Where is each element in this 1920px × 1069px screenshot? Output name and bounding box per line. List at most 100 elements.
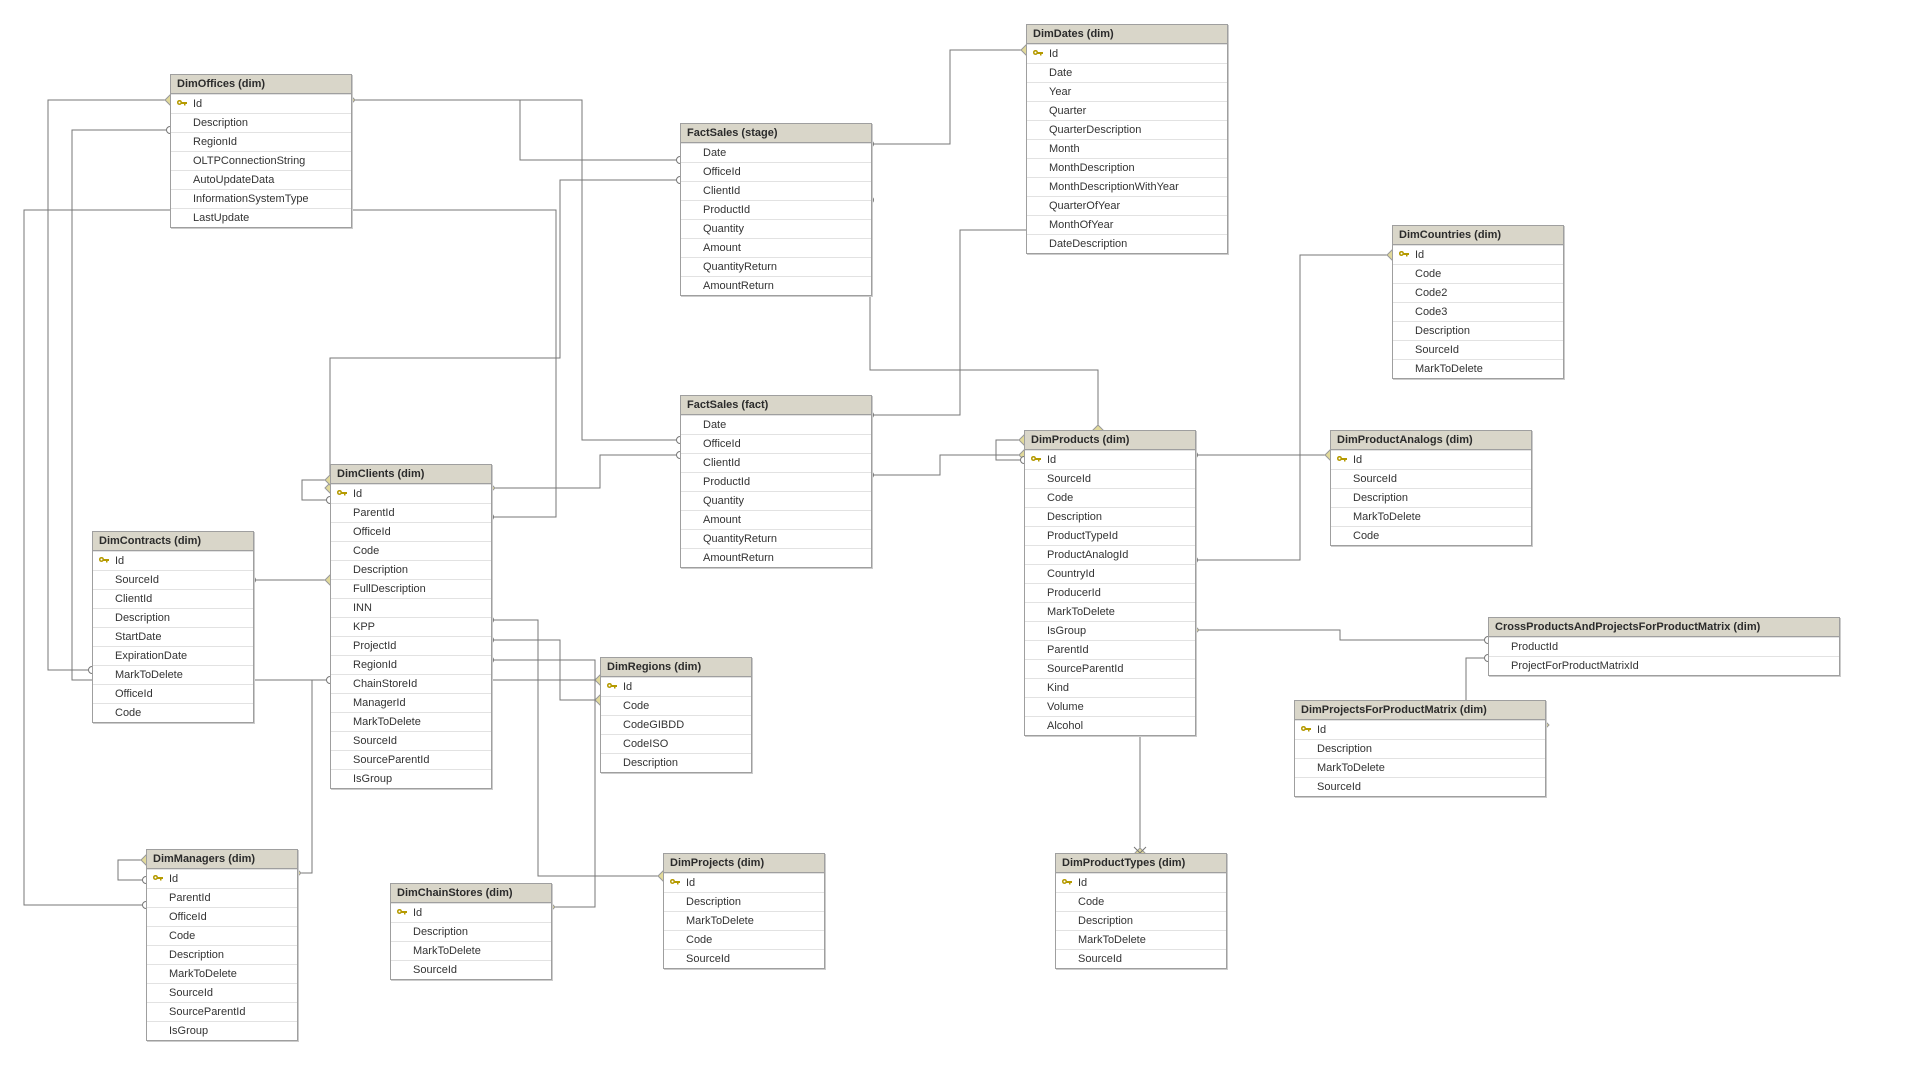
column-row[interactable]: SourceId <box>391 960 551 979</box>
table-header[interactable]: DimContracts (dim) <box>93 532 253 551</box>
table-header[interactable]: DimManagers (dim) <box>147 850 297 869</box>
column-row[interactable]: MonthDescriptionWithYear <box>1027 177 1227 196</box>
column-row[interactable]: Code <box>147 926 297 945</box>
column-row[interactable]: Volume <box>1025 697 1195 716</box>
column-row[interactable]: Id <box>1056 873 1226 892</box>
column-row[interactable]: Id <box>1331 450 1531 469</box>
table-header[interactable]: DimProducts (dim) <box>1025 431 1195 450</box>
table-DimProducts[interactable]: DimProducts (dim)IdSourceIdCodeDescripti… <box>1024 430 1196 736</box>
column-row[interactable]: ClientId <box>93 589 253 608</box>
column-row[interactable]: Amount <box>681 510 871 529</box>
column-row[interactable]: MonthOfYear <box>1027 215 1227 234</box>
column-row[interactable]: ParentId <box>331 503 491 522</box>
column-row[interactable]: Id <box>331 484 491 503</box>
column-row[interactable]: Code <box>1331 526 1531 545</box>
column-row[interactable]: Description <box>601 753 751 772</box>
column-row[interactable]: Description <box>1331 488 1531 507</box>
column-row[interactable]: Id <box>601 677 751 696</box>
column-row[interactable]: MarkToDelete <box>1025 602 1195 621</box>
column-row[interactable]: Code <box>664 930 824 949</box>
column-row[interactable]: Year <box>1027 82 1227 101</box>
column-row[interactable]: ProducerId <box>1025 583 1195 602</box>
column-row[interactable]: MarkToDelete <box>391 941 551 960</box>
table-DimClients[interactable]: DimClients (dim)IdParentIdOfficeIdCodeDe… <box>330 464 492 789</box>
column-row[interactable]: Date <box>681 143 871 162</box>
column-row[interactable]: SourceId <box>664 949 824 968</box>
column-row[interactable]: Id <box>1027 44 1227 63</box>
column-row[interactable]: AutoUpdateData <box>171 170 351 189</box>
column-row[interactable]: ChainStoreId <box>331 674 491 693</box>
column-row[interactable]: Code <box>93 703 253 722</box>
column-row[interactable]: AmountReturn <box>681 548 871 567</box>
column-row[interactable]: StartDate <box>93 627 253 646</box>
table-header[interactable]: DimRegions (dim) <box>601 658 751 677</box>
column-row[interactable]: QuantityReturn <box>681 529 871 548</box>
column-row[interactable]: SourceParentId <box>1025 659 1195 678</box>
column-row[interactable]: ExpirationDate <box>93 646 253 665</box>
table-header[interactable]: DimProductTypes (dim) <box>1056 854 1226 873</box>
column-row[interactable]: OfficeId <box>331 522 491 541</box>
column-row[interactable]: Id <box>664 873 824 892</box>
column-row[interactable]: Description <box>1393 321 1563 340</box>
column-row[interactable]: INN <box>331 598 491 617</box>
table-DimProductAnalogs[interactable]: DimProductAnalogs (dim)IdSourceIdDescrip… <box>1330 430 1532 546</box>
column-row[interactable]: Date <box>681 415 871 434</box>
column-row[interactable]: RegionId <box>171 132 351 151</box>
table-header[interactable]: FactSales (fact) <box>681 396 871 415</box>
column-row[interactable]: SourceId <box>93 570 253 589</box>
column-row[interactable]: Id <box>391 903 551 922</box>
column-row[interactable]: IsGroup <box>1025 621 1195 640</box>
column-row[interactable]: ProductId <box>681 472 871 491</box>
column-row[interactable]: ClientId <box>681 453 871 472</box>
column-row[interactable]: SourceId <box>1056 949 1226 968</box>
table-DimOffices[interactable]: DimOffices (dim)IdDescriptionRegionIdOLT… <box>170 74 352 228</box>
column-row[interactable]: Quantity <box>681 491 871 510</box>
column-row[interactable]: Id <box>147 869 297 888</box>
table-FactSalesFact[interactable]: FactSales (fact)DateOfficeIdClientIdProd… <box>680 395 872 568</box>
column-row[interactable]: MarkToDelete <box>1331 507 1531 526</box>
table-DimContracts[interactable]: DimContracts (dim)IdSourceIdClientIdDesc… <box>92 531 254 723</box>
column-row[interactable]: MarkToDelete <box>1295 758 1545 777</box>
column-row[interactable]: Id <box>93 551 253 570</box>
table-DimRegions[interactable]: DimRegions (dim)IdCodeCodeGIBDDCodeISODe… <box>600 657 752 773</box>
column-row[interactable]: Code <box>1393 264 1563 283</box>
column-row[interactable]: IsGroup <box>331 769 491 788</box>
column-row[interactable]: Code <box>601 696 751 715</box>
column-row[interactable]: ProductId <box>1489 637 1839 656</box>
column-row[interactable]: MarkToDelete <box>664 911 824 930</box>
column-row[interactable]: QuarterOfYear <box>1027 196 1227 215</box>
table-header[interactable]: FactSales (stage) <box>681 124 871 143</box>
column-row[interactable]: SourceParentId <box>331 750 491 769</box>
column-row[interactable]: MonthDescription <box>1027 158 1227 177</box>
column-row[interactable]: Amount <box>681 238 871 257</box>
table-header[interactable]: CrossProductsAndProjectsForProductMatrix… <box>1489 618 1839 637</box>
table-DimDates[interactable]: DimDates (dim)IdDateYearQuarterQuarterDe… <box>1026 24 1228 254</box>
table-DimProjectsForPM[interactable]: DimProjectsForProductMatrix (dim)IdDescr… <box>1294 700 1546 797</box>
column-row[interactable]: SourceId <box>1025 469 1195 488</box>
table-DimProjects[interactable]: DimProjects (dim)IdDescriptionMarkToDele… <box>663 853 825 969</box>
column-row[interactable]: ProductId <box>681 200 871 219</box>
column-row[interactable]: Description <box>1056 911 1226 930</box>
column-row[interactable]: AmountReturn <box>681 276 871 295</box>
column-row[interactable]: OfficeId <box>681 434 871 453</box>
column-row[interactable]: CountryId <box>1025 564 1195 583</box>
column-row[interactable]: ProductTypeId <box>1025 526 1195 545</box>
column-row[interactable]: Id <box>1393 245 1563 264</box>
table-header[interactable]: DimProductAnalogs (dim) <box>1331 431 1531 450</box>
table-header[interactable]: DimProjectsForProductMatrix (dim) <box>1295 701 1545 720</box>
column-row[interactable]: FullDescription <box>331 579 491 598</box>
column-row[interactable]: Description <box>171 113 351 132</box>
column-row[interactable]: Id <box>171 94 351 113</box>
column-row[interactable]: LastUpdate <box>171 208 351 227</box>
column-row[interactable]: Quantity <box>681 219 871 238</box>
column-row[interactable]: Kind <box>1025 678 1195 697</box>
column-row[interactable]: Id <box>1025 450 1195 469</box>
column-row[interactable]: Month <box>1027 139 1227 158</box>
table-header[interactable]: DimClients (dim) <box>331 465 491 484</box>
column-row[interactable]: Description <box>147 945 297 964</box>
column-row[interactable]: MarkToDelete <box>331 712 491 731</box>
column-row[interactable]: MarkToDelete <box>93 665 253 684</box>
column-row[interactable]: Description <box>1295 739 1545 758</box>
column-row[interactable]: Code <box>1025 488 1195 507</box>
column-row[interactable]: CodeISO <box>601 734 751 753</box>
